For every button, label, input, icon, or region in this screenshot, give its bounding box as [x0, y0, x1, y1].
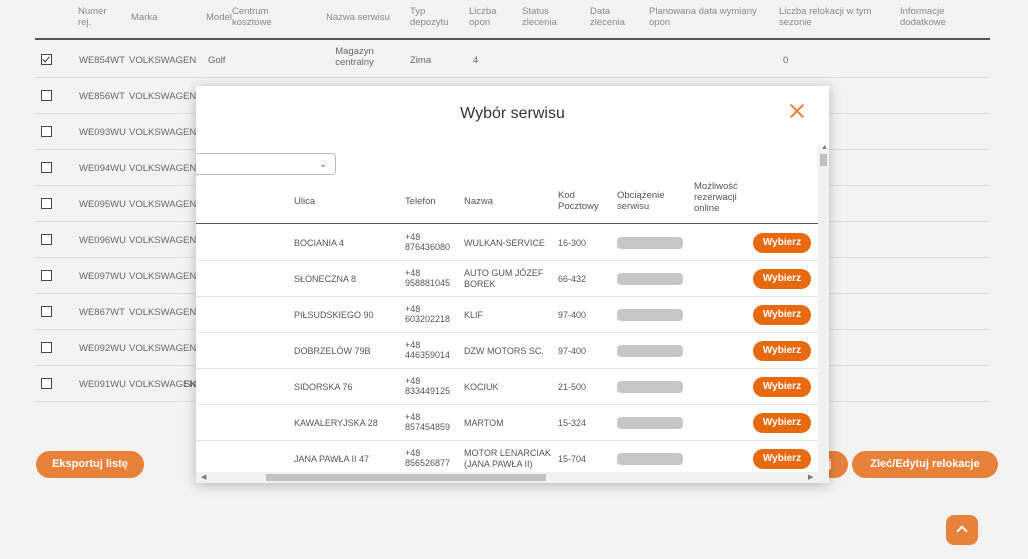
cell-street: JANA PAWŁA II 47: [294, 454, 370, 464]
table-row: SIDORSKA 76 +48 833449125 KOCIUK 21-500 …: [196, 369, 818, 405]
service-picker-modal: Wybór serwisu ⌄ Ulica Telefon Nazwa Kod …: [196, 86, 829, 483]
cell-street: DOBRZELÓW 79B: [294, 346, 371, 356]
cell-phone: 446359014: [405, 350, 451, 360]
vertical-scroll-thumb[interactable]: [820, 154, 827, 166]
table-row: BOCIANIA 4 +48 876436080 WULKAN-SERVICE …: [196, 225, 818, 261]
modal-overlay: Wybór serwisu ⌄ Ulica Telefon Nazwa Kod …: [0, 0, 1028, 559]
cell-name: MOTOR LENARCIAK: [464, 448, 551, 458]
pick-service-button[interactable]: Wybierz: [753, 449, 811, 469]
cell-postal: 21-500: [558, 382, 587, 392]
scroll-up-icon[interactable]: ▲: [821, 144, 828, 151]
pick-service-button[interactable]: Wybierz: [753, 377, 811, 397]
cell-postal: 97-400: [558, 346, 587, 356]
cell-phone: 603202218: [405, 314, 451, 324]
pick-service-button[interactable]: Wybierz: [753, 269, 811, 289]
close-icon[interactable]: [789, 103, 805, 119]
cell-phone-prefix: +48: [405, 376, 421, 386]
header-online: Możliwość rezerwacji online: [694, 181, 738, 214]
cell-postal: 97-400: [558, 310, 587, 320]
cell-name: AUTO GUM JÓZEF: [464, 268, 544, 278]
cell-phone-prefix: +48: [405, 304, 421, 314]
table-row: KAWALERYJSKA 28 +48 857454859 MARTOM 15-…: [196, 405, 818, 441]
cell-postal: 15-704: [558, 454, 587, 464]
cell-street: KAWALERYJSKA 28: [294, 418, 378, 428]
cell-name: KLIF: [464, 310, 484, 320]
service-table-header: Ulica Telefon Nazwa Kod Pocztowy Obciąże…: [196, 179, 818, 224]
load-indicator: [617, 309, 683, 321]
cell-name: KOCIUK: [464, 382, 499, 392]
cell-phone-prefix: +48: [405, 340, 421, 350]
load-indicator: [617, 273, 683, 285]
header-street: Ulica: [294, 196, 316, 207]
pick-service-button[interactable]: Wybierz: [753, 305, 811, 325]
load-indicator: [617, 237, 683, 249]
cell-phone: 857454859: [405, 422, 451, 432]
cell-name: DZW MOTORS SC.: [464, 346, 544, 356]
modal-title: Wybór serwisu: [460, 105, 565, 122]
horizontal-scroll-thumb[interactable]: [266, 474, 546, 481]
header-postal: Kod Pocztowy: [558, 190, 599, 212]
pick-service-button[interactable]: Wybierz: [753, 233, 811, 253]
cell-street: SIDORSKA 76: [294, 382, 353, 392]
scroll-left-icon[interactable]: ◀: [201, 473, 206, 481]
table-row: PIŁSUDSKIEGO 90 +48 603202218 KLIF 97-40…: [196, 297, 818, 333]
cell-street: PIŁSUDSKIEGO 90: [294, 310, 374, 320]
cell-street: SŁONECZNA 8: [294, 274, 357, 284]
cell-phone-prefix: +48: [405, 448, 421, 458]
header-load: Obciążenie serwisu: [617, 190, 665, 212]
load-indicator: [617, 381, 683, 393]
cell-phone: 856526877: [405, 458, 451, 468]
cell-phone-prefix: +48: [405, 268, 421, 278]
vertical-scrollbar[interactable]: ▲: [818, 144, 829, 483]
horizontal-scrollbar[interactable]: ◀ ▶: [196, 472, 818, 483]
load-indicator: [617, 345, 683, 357]
cell-phone-prefix: +48: [405, 412, 421, 422]
table-row: DOBRZELÓW 79B +48 446359014 DZW MOTORS S…: [196, 333, 818, 369]
table-row: SŁONECZNA 8 +48 958881045 AUTO GUM JÓZEF…: [196, 261, 818, 297]
cell-name: WULKAN-SERVICE: [464, 238, 545, 248]
load-indicator: [617, 417, 683, 429]
cell-street: BOCIANIA 4: [294, 238, 345, 248]
cell-phone: 958881045: [405, 278, 451, 288]
cell-name: MARTOM: [464, 418, 504, 428]
cell-phone: 876436080: [405, 242, 451, 252]
pick-service-button[interactable]: Wybierz: [753, 413, 811, 433]
scroll-right-icon[interactable]: ▶: [808, 473, 813, 481]
cell-name-2: (JANA PAWŁA II): [464, 459, 533, 469]
cell-phone-prefix: +48: [405, 232, 421, 242]
cell-phone: 833449125: [405, 386, 451, 396]
cell-postal: 16-300: [558, 238, 587, 248]
load-indicator: [617, 453, 683, 465]
header-phone: Telefon: [405, 196, 436, 207]
chevron-down-icon: ⌄: [319, 159, 327, 169]
pick-service-button[interactable]: Wybierz: [753, 341, 811, 361]
cell-postal: 66-432: [558, 274, 587, 284]
service-filter-select[interactable]: ⌄: [196, 153, 336, 175]
cell-postal: 15-324: [558, 418, 587, 428]
header-name: Nazwa: [464, 196, 494, 207]
cell-name-2: BOREK: [464, 279, 496, 289]
